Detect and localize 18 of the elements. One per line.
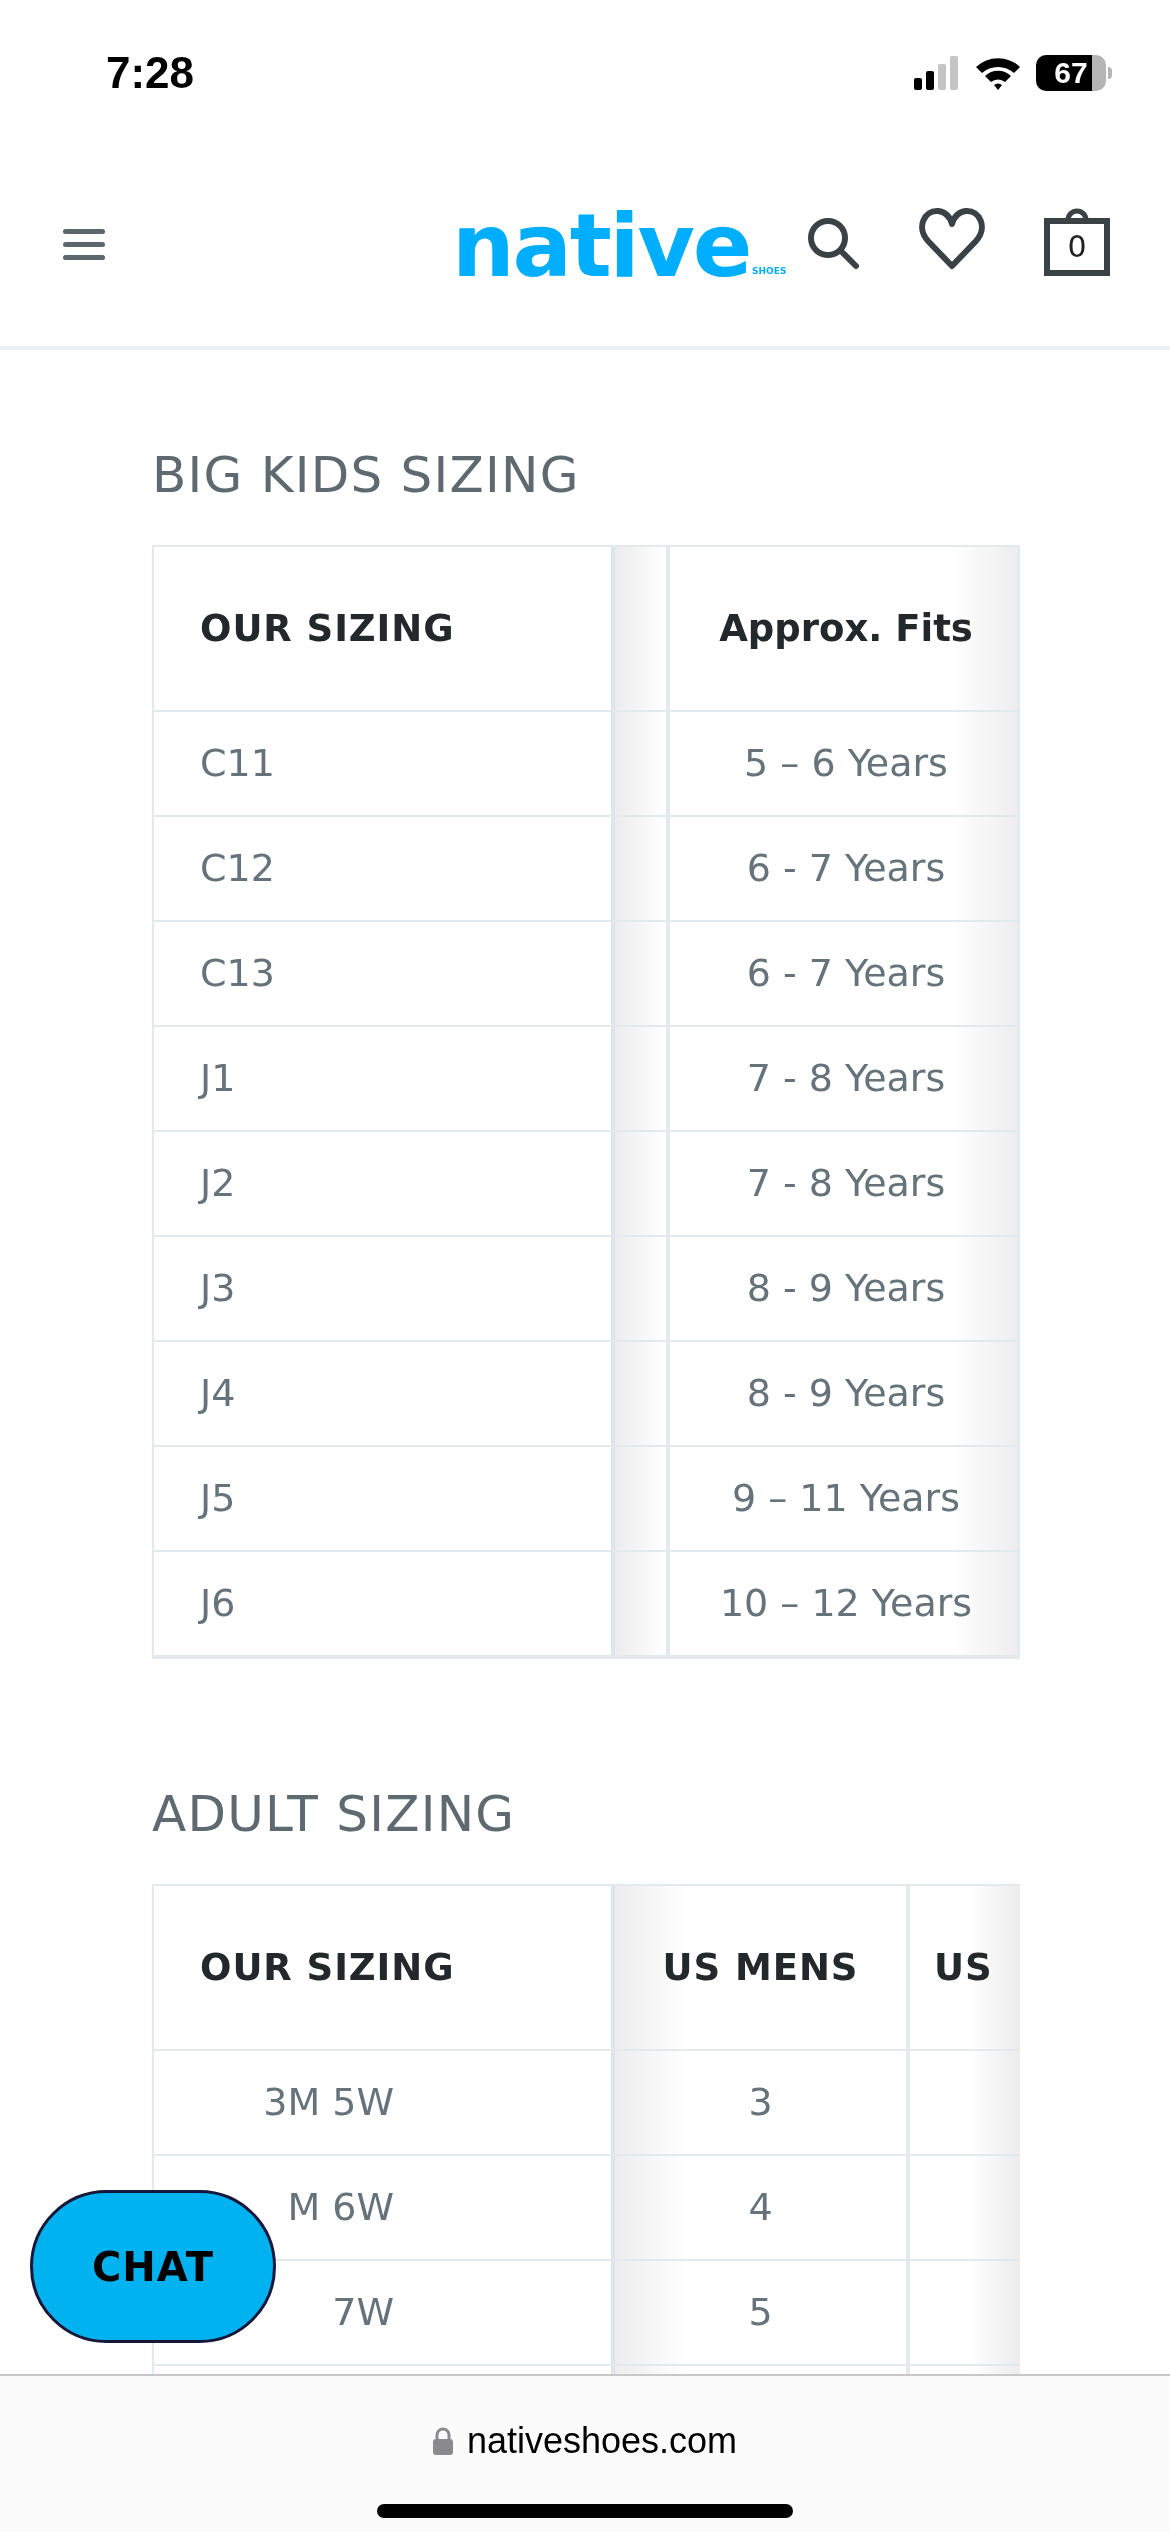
table-cell-text: 7W bbox=[332, 2289, 394, 2336]
search-icon[interactable] bbox=[806, 216, 862, 272]
table-cell-text: 3M 5W bbox=[263, 2079, 394, 2126]
section-title: BIG KIDS SIZING bbox=[152, 450, 581, 500]
menu-icon[interactable] bbox=[63, 229, 105, 261]
chat-button[interactable]: CHAT bbox=[30, 2190, 276, 2343]
signal-icon bbox=[914, 56, 960, 90]
address-bar[interactable]: nativeshoes.com bbox=[432, 2414, 738, 2468]
section-title: ADULT SIZING bbox=[152, 1789, 517, 1839]
lock-icon bbox=[432, 2427, 453, 2455]
table-cell: 4 bbox=[615, 2156, 910, 2259]
table-cell: 5 bbox=[615, 2261, 910, 2364]
heart-icon[interactable] bbox=[918, 206, 986, 272]
status-time: 7:28 bbox=[106, 47, 195, 99]
wifi-icon bbox=[974, 55, 1022, 91]
column-header: US MENS bbox=[615, 1886, 910, 2049]
table-cell-text: M 6W bbox=[287, 2184, 394, 2231]
table-cell: 3 bbox=[615, 2051, 910, 2154]
